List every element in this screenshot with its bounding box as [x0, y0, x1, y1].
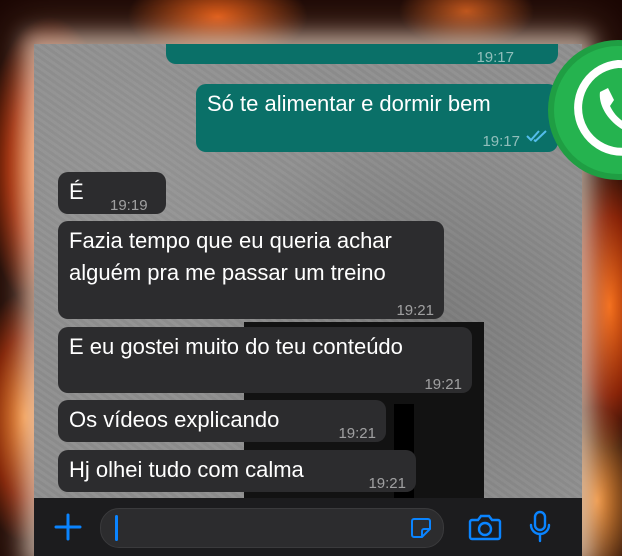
read-receipt-icon [526, 129, 548, 143]
message-time: 19:21 [368, 475, 406, 492]
chat-screen: 19:17 Só te alimentar e dormir bem 19:17… [34, 44, 582, 556]
message-bubble-incoming[interactable]: Fazia tempo que eu queria achar alguém p… [58, 221, 444, 319]
message-time: 19:21 [338, 425, 376, 442]
message-text: Só te alimentar e dormir bem [207, 91, 491, 116]
message-text: Os vídeos explicando [69, 407, 280, 432]
message-input-bar [34, 498, 582, 556]
message-time: 19:17 [476, 49, 514, 66]
message-bubble-outgoing-partial[interactable]: 19:17 [166, 44, 558, 66]
message-bubble-incoming[interactable]: É 19:19 [58, 172, 166, 214]
sticker-icon[interactable] [409, 516, 433, 540]
camera-icon[interactable] [468, 513, 502, 541]
message-text: E eu gostei muito do teu conteúdo [69, 334, 403, 359]
message-time: 19:17 [482, 133, 520, 150]
message-bubble-incoming[interactable]: Hj olhei tudo com calma 19:21 [58, 450, 416, 492]
message-time: 19:21 [424, 376, 462, 393]
message-input-field[interactable] [100, 508, 444, 548]
message-bubble-incoming[interactable]: E eu gostei muito do teu conteúdo 19:21 [58, 327, 472, 393]
message-time: 19:19 [110, 197, 148, 214]
message-bubble-incoming[interactable]: Os vídeos explicando 19:21 [58, 400, 386, 442]
message-text-line: alguém pra me passar um treino [69, 260, 386, 285]
message-text: É [69, 179, 84, 204]
microphone-icon[interactable] [528, 510, 552, 544]
text-cursor [115, 515, 118, 541]
message-bubble-outgoing[interactable]: Só te alimentar e dormir bem 19:17 [196, 84, 558, 152]
message-text: Hj olhei tudo com calma [69, 457, 304, 482]
plus-icon[interactable] [54, 513, 82, 541]
message-time: 19:21 [396, 302, 434, 319]
whatsapp-logo-icon [548, 30, 622, 190]
message-text-line: Fazia tempo que eu queria achar [69, 228, 392, 253]
